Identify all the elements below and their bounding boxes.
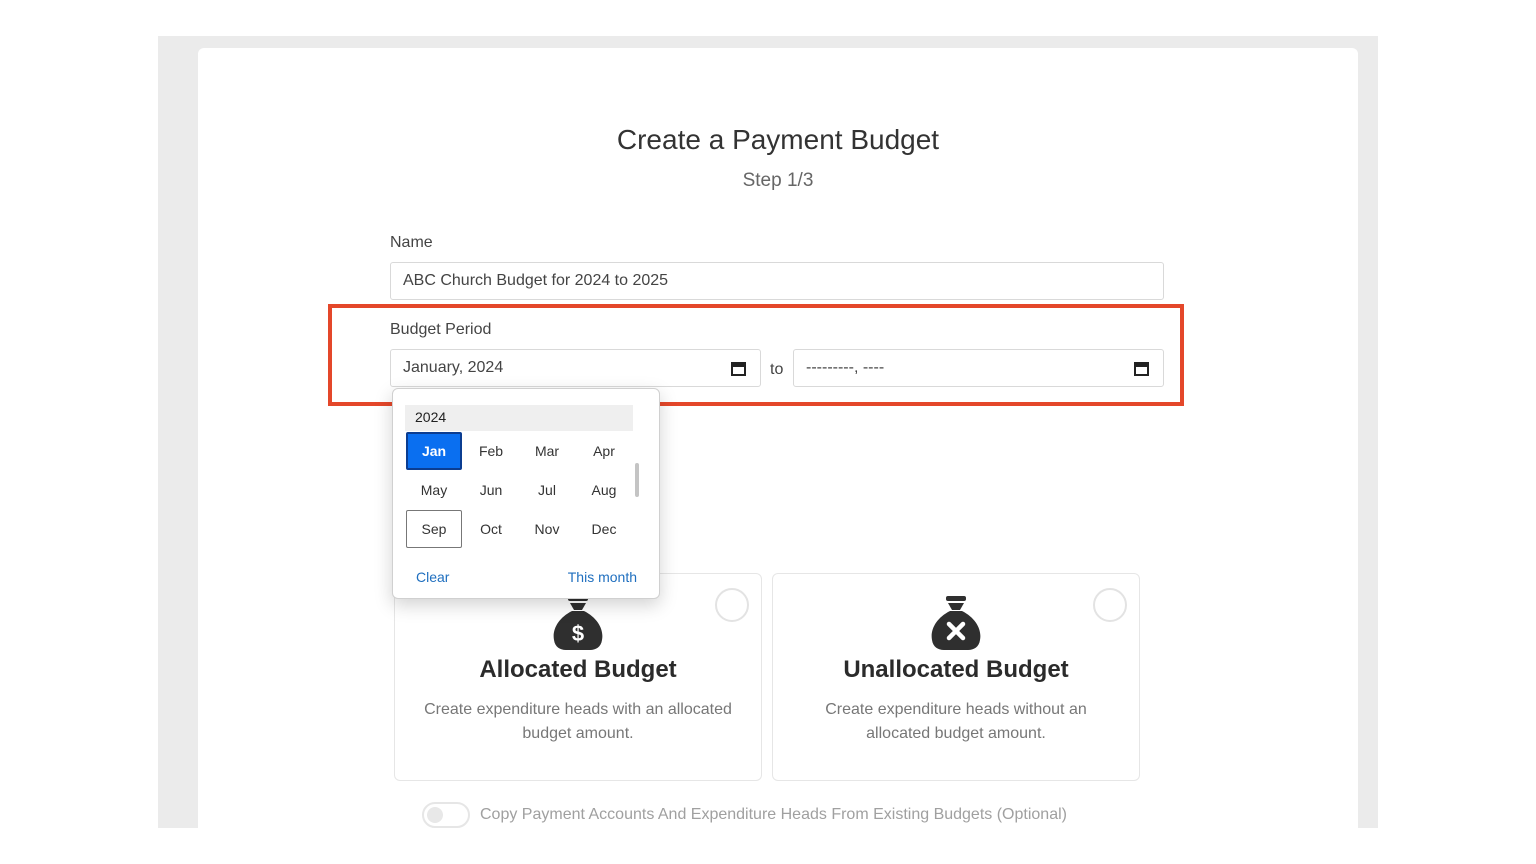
copy-existing-label: Copy Payment Accounts And Expenditure He… bbox=[480, 806, 1067, 823]
option-allocated-budget[interactable]: $ Allocated Budget Create expenditure he… bbox=[394, 573, 762, 781]
calendar-icon[interactable] bbox=[1134, 361, 1149, 376]
unallocated-radio[interactable] bbox=[1093, 588, 1127, 622]
toggle-knob bbox=[427, 807, 443, 823]
picker-year[interactable]: 2024 bbox=[405, 405, 633, 431]
step-indicator: Step 1/3 bbox=[742, 170, 814, 191]
month-sep[interactable]: Sep bbox=[406, 510, 462, 548]
page-frame: Create a Payment Budget Step 1/3 Name AB… bbox=[158, 36, 1378, 828]
allocated-title: Allocated Budget bbox=[479, 656, 677, 683]
clear-link[interactable]: Clear bbox=[416, 569, 449, 585]
allocated-description: Create expenditure heads with an allocat… bbox=[424, 701, 732, 742]
month-feb[interactable]: Feb bbox=[463, 432, 519, 470]
this-month-link[interactable]: This month bbox=[568, 569, 637, 585]
period-start-value: January, 2024 bbox=[403, 359, 504, 376]
month-jan[interactable]: Jan bbox=[406, 432, 462, 470]
allocated-radio[interactable] bbox=[715, 588, 749, 622]
name-label: Name bbox=[390, 234, 433, 251]
unallocated-description: Create expenditure heads without an allo… bbox=[825, 701, 1087, 742]
month-picker-popup: 2024 Jan Feb Mar Apr May Jun Jul Aug Sep… bbox=[392, 388, 660, 599]
picker-scrollbar[interactable] bbox=[635, 463, 639, 497]
period-end-input[interactable]: ---------, ---- bbox=[793, 349, 1164, 387]
to-label: to bbox=[770, 361, 784, 378]
month-jun[interactable]: Jun bbox=[463, 471, 519, 509]
month-oct[interactable]: Oct bbox=[463, 510, 519, 548]
calendar-icon[interactable] bbox=[731, 361, 746, 376]
month-aug[interactable]: Aug bbox=[576, 471, 632, 509]
month-jul[interactable]: Jul bbox=[519, 471, 575, 509]
page-title: Create a Payment Budget bbox=[616, 124, 940, 155]
period-start-input[interactable]: January, 2024 bbox=[390, 349, 761, 387]
month-mar[interactable]: Mar bbox=[519, 432, 575, 470]
copy-existing-toggle[interactable] bbox=[422, 802, 470, 828]
money-bag-dollar-icon: $ bbox=[553, 596, 603, 650]
option-unallocated-budget[interactable]: Unallocated Budget Create expenditure he… bbox=[772, 573, 1140, 781]
month-apr[interactable]: Apr bbox=[576, 432, 632, 470]
name-input-value: ABC Church Budget for 2024 to 2025 bbox=[403, 272, 669, 289]
name-input[interactable]: ABC Church Budget for 2024 to 2025 bbox=[390, 262, 1164, 300]
month-may[interactable]: May bbox=[406, 471, 462, 509]
month-nov[interactable]: Nov bbox=[519, 510, 575, 548]
svg-text:$: $ bbox=[572, 621, 584, 646]
unallocated-title: Unallocated Budget bbox=[843, 656, 1069, 683]
budget-period-label: Budget Period bbox=[390, 321, 492, 338]
month-dec[interactable]: Dec bbox=[576, 510, 632, 548]
period-end-value: ---------, ---- bbox=[806, 359, 885, 376]
money-bag-x-icon bbox=[931, 596, 981, 650]
form-card: Create a Payment Budget Step 1/3 Name AB… bbox=[198, 48, 1358, 828]
